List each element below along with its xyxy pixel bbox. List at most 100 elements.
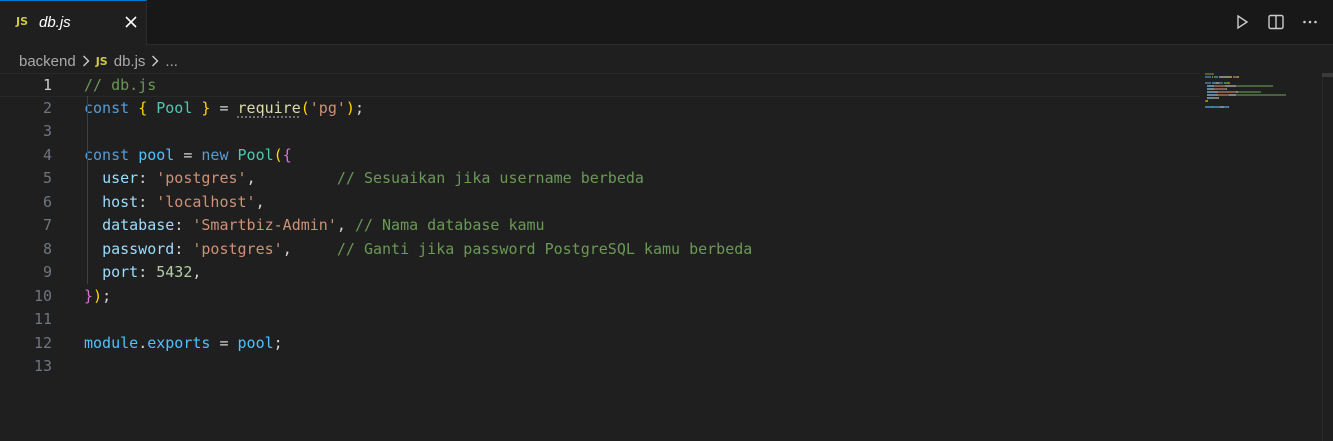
code-line[interactable]: 5 user: 'postgres', // Sesuaikan jika us… — [0, 167, 1200, 191]
play-icon[interactable] — [1231, 11, 1253, 33]
line-number: 3 — [42, 122, 52, 140]
code-line[interactable]: 12 module.exports = pool; — [0, 332, 1200, 356]
minimap-token — [1205, 106, 1212, 108]
code-line[interactable]: 8 password: 'postgres', // Ganti jika pa… — [0, 238, 1200, 262]
line-number: 6 — [42, 192, 52, 211]
code-line[interactable]: 6 host: 'localhost', — [0, 191, 1200, 215]
line-number: 12 — [33, 333, 52, 352]
minimap-token — [1218, 97, 1220, 99]
minimap-token — [1211, 76, 1213, 78]
minimap-token — [1238, 91, 1262, 93]
chevron-right-icon — [151, 55, 159, 67]
code-text: const pool = new Pool({ — [84, 144, 292, 168]
code-token: // Ganti jika password PostgreSQL kamu b… — [336, 239, 753, 258]
scrollbar-thumb[interactable] — [1322, 73, 1333, 77]
code-token: ( — [300, 98, 310, 117]
breadcrumb-symbols[interactable]: ... — [165, 53, 178, 70]
editor-tab-bar: JS db.js — [0, 0, 1333, 45]
code-token: port — [102, 263, 139, 281]
editor-actions — [1231, 11, 1321, 33]
tab-title: db.js — [39, 14, 71, 31]
code-token: pool — [237, 333, 274, 352]
line-number: 10 — [33, 286, 52, 305]
code-text: database: 'Smartbiz-Admin', // Nama data… — [84, 214, 545, 238]
code-token: . — [138, 333, 148, 352]
line-number: 5 — [42, 169, 52, 187]
minimap-token — [1228, 106, 1230, 108]
breadcrumb-folder[interactable]: backend — [19, 53, 76, 70]
code-token: ) — [93, 286, 103, 305]
line-number: 4 — [42, 145, 52, 164]
minimap-token — [1218, 94, 1230, 96]
code-line[interactable]: 9 port: 5432, — [0, 261, 1200, 285]
code-editor[interactable]: 1// db.js 2 const { Pool } = require('pg')… — [0, 73, 1333, 441]
minimap-token — [1225, 88, 1227, 90]
code-token: Pool — [237, 145, 274, 164]
code-token: } — [84, 286, 94, 305]
minimap-token — [1213, 76, 1219, 78]
minimap-token — [1213, 88, 1226, 90]
code-line[interactable]: 4 const pool = new Pool({ — [0, 144, 1200, 168]
breadcrumb-file[interactable]: db.js — [114, 53, 146, 70]
code-token: Pool — [156, 98, 193, 117]
code-token: : — [138, 192, 157, 211]
code-line[interactable]: 10}); — [0, 285, 1200, 309]
code-token: host — [102, 192, 139, 211]
code-token: = — [210, 333, 238, 352]
indent-guide — [87, 96, 88, 284]
code-token: const — [84, 98, 130, 117]
code-token: // Sesuaikan jika username berbeda — [336, 169, 644, 187]
minimap-token — [1238, 76, 1240, 78]
line-number: 13 — [33, 357, 52, 375]
code-text: password: 'postgres', // Ganti jika pass… — [84, 238, 752, 262]
code-token: : — [138, 169, 157, 187]
code-token: 'pg' — [309, 98, 346, 117]
code-text: port: 5432, — [84, 261, 201, 285]
code-token: , — [336, 216, 355, 234]
code-token: 'postgres' — [192, 239, 283, 258]
code-token: { — [138, 98, 148, 117]
code-token: : — [174, 239, 193, 258]
line-number: 11 — [33, 310, 52, 328]
code-token: database — [102, 216, 175, 234]
code-line[interactable]: 13 — [0, 355, 1200, 379]
tab-db-js[interactable]: JS db.js — [0, 0, 147, 45]
code-token: const — [84, 145, 130, 164]
code-token: 5432 — [156, 263, 193, 281]
javascript-file-icon: JS — [16, 15, 29, 28]
code-text: user: 'postgres', // Sesuaikan jika user… — [84, 167, 644, 191]
code-token: ; — [102, 286, 112, 305]
code-token: ( — [273, 145, 283, 164]
code-line[interactable]: 3 — [0, 120, 1200, 144]
code-token: // Nama database kamu — [354, 216, 545, 234]
minimap-token — [1224, 85, 1236, 87]
code-token: 'Smartbiz-Admin' — [192, 216, 337, 234]
close-icon[interactable] — [120, 10, 142, 34]
code-token: module — [84, 333, 139, 352]
code-text: module.exports = pool; — [84, 332, 283, 356]
split-editor-icon[interactable] — [1265, 11, 1287, 33]
minimap-token — [1212, 106, 1221, 108]
minimap[interactable] — [1205, 73, 1320, 113]
minimap-token — [1207, 100, 1209, 102]
code-token: new — [201, 145, 229, 164]
minimap-token — [1205, 76, 1211, 78]
code-token: ; — [354, 98, 364, 117]
line-number: 8 — [42, 239, 52, 258]
code-token: , — [246, 169, 337, 187]
vertical-scrollbar[interactable] — [1322, 73, 1333, 441]
code-token: ) — [345, 98, 355, 117]
more-actions-icon[interactable] — [1299, 11, 1321, 33]
code-line[interactable]: 1 // db.js — [0, 73, 1200, 97]
code-token: ; — [273, 333, 283, 352]
code-line[interactable]: 2 const { Pool } = require('pg'); — [0, 97, 1200, 121]
code-line[interactable]: 7 database: 'Smartbiz-Admin', // Nama da… — [0, 214, 1200, 238]
breadcrumb: backend JS db.js ... — [19, 50, 178, 72]
code-line[interactable]: 11 — [0, 308, 1200, 332]
code-text: host: 'localhost', — [84, 191, 265, 215]
code-token: : — [138, 263, 157, 281]
